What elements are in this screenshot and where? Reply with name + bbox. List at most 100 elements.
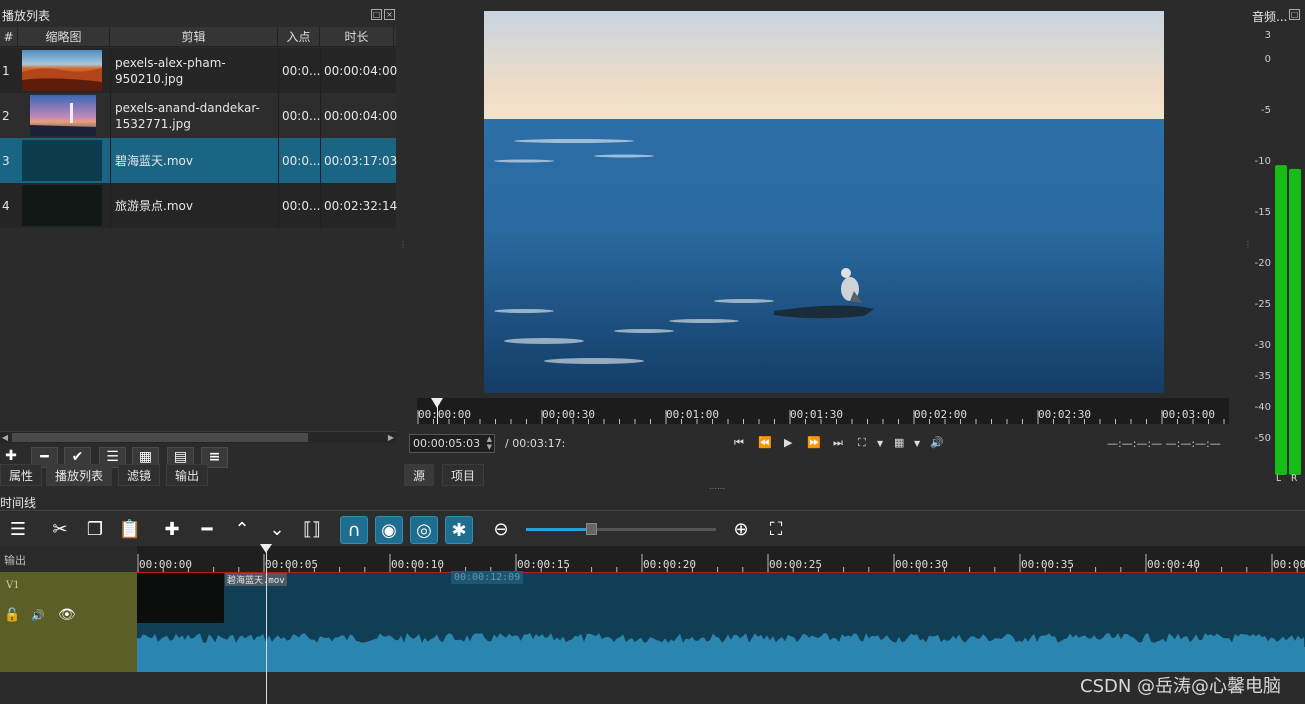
clip-in: 00:0...: [282, 108, 321, 123]
ruler-label: 00:01:00: [666, 408, 719, 421]
splitter-handle[interactable]: ⋮: [399, 240, 407, 249]
clip-duration: 00:02:32:14: [324, 198, 398, 213]
paste-icon[interactable]: 📋: [116, 516, 144, 544]
thumbnail-image: [30, 95, 96, 136]
play-icon[interactable]: ▶: [784, 436, 792, 449]
track-header-v1[interactable]: V1 🔓 🔊 👁: [0, 572, 137, 672]
playlist-panel: 播放列表 □ × # 缩略图 剪辑 入点 时长 1 pexels-alex-ph…: [0, 7, 398, 489]
close-icon[interactable]: ×: [384, 9, 395, 20]
timeline-menu-icon[interactable]: ☰: [4, 516, 32, 544]
meter-scale-label: -25: [1254, 299, 1271, 310]
clip-duration: 00:00:04:00: [324, 108, 398, 123]
watermark-text: CSDN @岳涛@心馨电脑: [1080, 676, 1282, 697]
meter-scale-label: -35: [1254, 371, 1271, 382]
zoom-slider-fill: [526, 528, 590, 531]
ruler-label: 00:00:05: [265, 558, 318, 571]
ruler-label: 00:02:30: [1038, 408, 1091, 421]
video-preview[interactable]: [484, 11, 1164, 393]
clip-duration: 00:00:04:00: [324, 63, 398, 78]
remove-icon[interactable]: ━: [193, 516, 221, 544]
timeline-title: 时间线: [0, 496, 37, 510]
scrollbar-thumb[interactable]: [12, 433, 308, 442]
cut-icon[interactable]: ✂: [46, 516, 74, 544]
overwrite-icon[interactable]: ⌄: [263, 516, 291, 544]
row-number: 4: [2, 198, 10, 213]
copy-icon[interactable]: ❐: [81, 516, 109, 544]
ripple-all-icon[interactable]: ✱: [445, 516, 473, 544]
lift-icon[interactable]: ⌃: [228, 516, 256, 544]
tab-properties[interactable]: 属性: [0, 464, 43, 486]
tab-export[interactable]: 输出: [166, 464, 209, 486]
chevron-down-icon[interactable]: ▼: [914, 439, 920, 448]
ruler-label: 00:00:00: [139, 558, 192, 571]
col-clip[interactable]: 剪辑: [110, 27, 278, 47]
horizontal-scrollbar[interactable]: ◀ ▶: [0, 431, 396, 443]
zoom-slider-handle[interactable]: [586, 523, 597, 535]
chevron-down-icon[interactable]: ▼: [877, 439, 883, 448]
meter-scale-label: -15: [1254, 207, 1271, 218]
timecode-input[interactable]: 00:00:05:03 ▲ ▼: [409, 434, 495, 453]
playlist-header: # 缩略图 剪辑 入点 时长: [0, 27, 396, 47]
scroll-right-icon[interactable]: ▶: [386, 432, 396, 443]
clip-duration: 00:03:17:03: [324, 153, 398, 168]
tab-source[interactable]: 源: [404, 464, 435, 486]
skip-next-icon[interactable]: ⏭: [833, 436, 843, 450]
zoom-in-icon[interactable]: ⊕: [727, 516, 755, 544]
track-name: V1: [6, 580, 20, 591]
left-panel-tabs: 属性 播放列表 滤镜 输出: [0, 464, 398, 486]
splitter-handle[interactable]: ⋯⋯: [709, 484, 725, 493]
tab-filters[interactable]: 滤镜: [118, 464, 161, 486]
float-icon[interactable]: □: [1289, 9, 1300, 20]
tab-project[interactable]: 项目: [442, 464, 485, 486]
grid-icon[interactable]: ▦: [894, 436, 904, 449]
lock-icon[interactable]: 🔓: [4, 608, 20, 623]
viewer-time-ruler[interactable]: 00:00:00 00:00:30 00:01:00 00:01:30 00:0…: [417, 398, 1229, 424]
skip-previous-icon[interactable]: ⏮: [734, 436, 744, 450]
col-duration[interactable]: 时长: [320, 27, 394, 47]
scrub-icon[interactable]: ◉: [375, 516, 403, 544]
table-row[interactable]: 3 碧海蓝天.mov 00:0... 00:03:17:03: [0, 138, 398, 183]
table-row[interactable]: 4 旅游景点.mov 00:0... 00:02:32:14: [0, 183, 398, 228]
ripple-icon[interactable]: ◎: [410, 516, 438, 544]
ruler-label: 00:00:30: [895, 558, 948, 571]
zoom-fit-icon[interactable]: ⛶: [762, 516, 790, 544]
split-icon[interactable]: ⟦⟧: [298, 516, 326, 544]
scroll-left-icon[interactable]: ◀: [0, 432, 10, 443]
ruler-label: 00:00:25: [769, 558, 822, 571]
clip-in: 00:0...: [282, 63, 321, 78]
audio-waveform: [137, 633, 1305, 673]
viewer-tabs: 源 项目: [404, 464, 604, 486]
col-in[interactable]: 入点: [278, 27, 320, 47]
clip-name: 旅游景点.mov: [115, 198, 193, 213]
zoom-fit-icon[interactable]: ⛶: [858, 436, 866, 450]
float-icon[interactable]: □: [371, 9, 382, 20]
hover-time: 00:00:12:09: [451, 571, 524, 584]
ruler-label: 00:03:00: [1162, 408, 1215, 421]
meter-scale-label: -30: [1254, 340, 1271, 351]
channel-label-right: R: [1291, 474, 1298, 484]
total-duration: / 00:03:17:: [505, 437, 566, 450]
fast-forward-icon[interactable]: ⏩: [807, 436, 821, 449]
zoom-out-icon[interactable]: ⊖: [487, 516, 515, 544]
volume-icon[interactable]: 🔊: [930, 436, 944, 449]
timeline-ruler[interactable]: 00:00:00 00:00:05 00:00:10 00:00:15 00:0…: [137, 546, 1305, 572]
track-v1[interactable]: 碧海蓝天.mov 00:00:12:09: [137, 571, 1305, 673]
ruler-label: 00:00:45: [1273, 558, 1305, 571]
clip-in: 00:0...: [282, 198, 321, 213]
viewer-playhead: [437, 406, 438, 424]
table-row[interactable]: 1 pexels-alex-pham-950210.jpg 00:0... 00…: [0, 48, 398, 93]
snap-icon[interactable]: ∩: [340, 516, 368, 544]
clip-name: 碧海蓝天.mov: [115, 153, 193, 168]
mute-icon[interactable]: 🔊: [31, 609, 45, 622]
spinner-icon[interactable]: ▲ ▼: [487, 435, 492, 451]
col-number[interactable]: #: [0, 27, 18, 47]
thumbnail-image: [22, 185, 102, 226]
table-row[interactable]: 2 pexels-anand-dandekar-1532771.jpg 00:0…: [0, 93, 398, 138]
col-thumbnail[interactable]: 缩略图: [18, 27, 110, 47]
rewind-icon[interactable]: ⏪: [758, 436, 772, 449]
hide-icon[interactable]: 👁: [58, 607, 76, 623]
append-icon[interactable]: ✚: [158, 516, 186, 544]
meter-scale-label: -40: [1254, 402, 1271, 413]
ruler-label: 00:00:30: [542, 408, 595, 421]
tab-playlist[interactable]: 播放列表: [46, 464, 113, 486]
